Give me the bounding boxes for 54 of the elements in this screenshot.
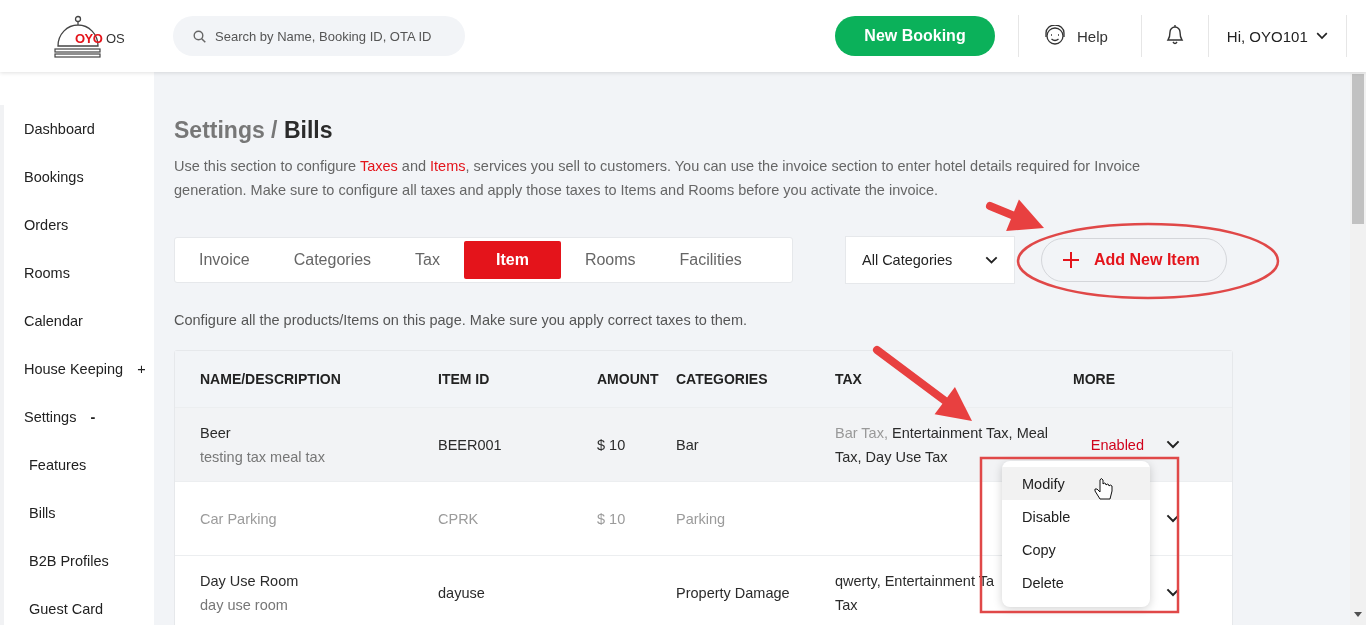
help-link[interactable]: Help xyxy=(1077,27,1108,45)
hand-cursor-icon xyxy=(1094,478,1113,500)
item-description: day use room xyxy=(200,596,289,613)
item-category: Property Damage xyxy=(676,584,791,601)
tax-list: Tax, Day Use Tax xyxy=(835,446,948,467)
logo-text: OS xyxy=(106,31,125,46)
add-item-button[interactable]: Add New Item xyxy=(1041,238,1227,282)
item-description: testing tax meal tax xyxy=(200,448,326,465)
item-amount: $ 10 xyxy=(597,510,627,527)
user-menu[interactable]: Hi, OYO101 xyxy=(1208,27,1346,45)
scrollbar[interactable] xyxy=(1350,72,1366,625)
menu-item[interactable]: Disable xyxy=(1002,500,1150,533)
column-header: ITEM ID xyxy=(438,371,491,387)
tab[interactable]: Item xyxy=(464,241,561,279)
plus-icon xyxy=(1062,251,1080,269)
page-title: Settings / Bills xyxy=(174,116,334,144)
item-name: Beer xyxy=(200,424,232,441)
tax-list: Tax xyxy=(835,594,858,615)
page-hint: Configure all the products/Items on this page. Make sure you apply correct taxes to them. xyxy=(174,311,749,330)
item-name: Car Parking xyxy=(200,510,278,527)
menu-item[interactable]: Modify xyxy=(1002,467,1150,500)
logo-icon xyxy=(54,14,104,58)
tax-list: Bar Tax, Entertainment Tax, Meal xyxy=(835,422,1049,443)
item-amount: $ 10 xyxy=(597,436,627,453)
column-header: CATEGORIES xyxy=(676,371,769,387)
search-field[interactable]: Search by Name, Booking ID, OTA ID xyxy=(173,16,465,56)
headset-icon[interactable] xyxy=(1043,25,1067,47)
column-header: TAX xyxy=(835,371,863,387)
annotation-arrow xyxy=(986,199,1044,231)
item-id: dayuse xyxy=(438,584,486,601)
tab[interactable]: Invoice xyxy=(179,241,270,279)
chevron-down-icon[interactable] xyxy=(1166,440,1180,449)
chevron-down-icon[interactable] xyxy=(1315,32,1328,40)
section-description: Use this section to configure Taxes and Items, services you sell to customers. You can use the invoice section to enter hotel details required for Invoice generation. Make sure to configure all taxes and apply those taxes to Items and Rooms before you activate the invoice. xyxy=(174,157,1142,200)
item-category: Parking xyxy=(676,510,727,527)
chevron-down-icon[interactable] xyxy=(985,256,998,264)
logo-brand: OYO xyxy=(75,31,103,46)
tab[interactable]: Tax xyxy=(395,241,460,279)
status-label: Enabled xyxy=(1090,436,1144,453)
column-header: NAME/DESCRIPTION xyxy=(200,371,342,387)
item-category: Bar xyxy=(676,436,700,453)
item-id: BEER001 xyxy=(438,436,503,453)
chevron-down-icon[interactable] xyxy=(1166,588,1180,597)
tab[interactable]: Categories xyxy=(273,241,392,279)
column-header: AMOUNT xyxy=(597,371,660,387)
bell-icon[interactable] xyxy=(1164,23,1185,45)
item-id: CPRK xyxy=(438,510,480,527)
menu-item[interactable]: Delete xyxy=(1002,566,1150,599)
category-dropdown[interactable]: All Categories xyxy=(845,236,1015,284)
menu-item[interactable]: Copy xyxy=(1002,533,1150,566)
tab[interactable]: Facilities xyxy=(659,241,762,279)
item-name: Day Use Room xyxy=(200,572,300,589)
tab[interactable]: Rooms xyxy=(564,241,656,279)
column-header: MORE xyxy=(1073,371,1116,387)
